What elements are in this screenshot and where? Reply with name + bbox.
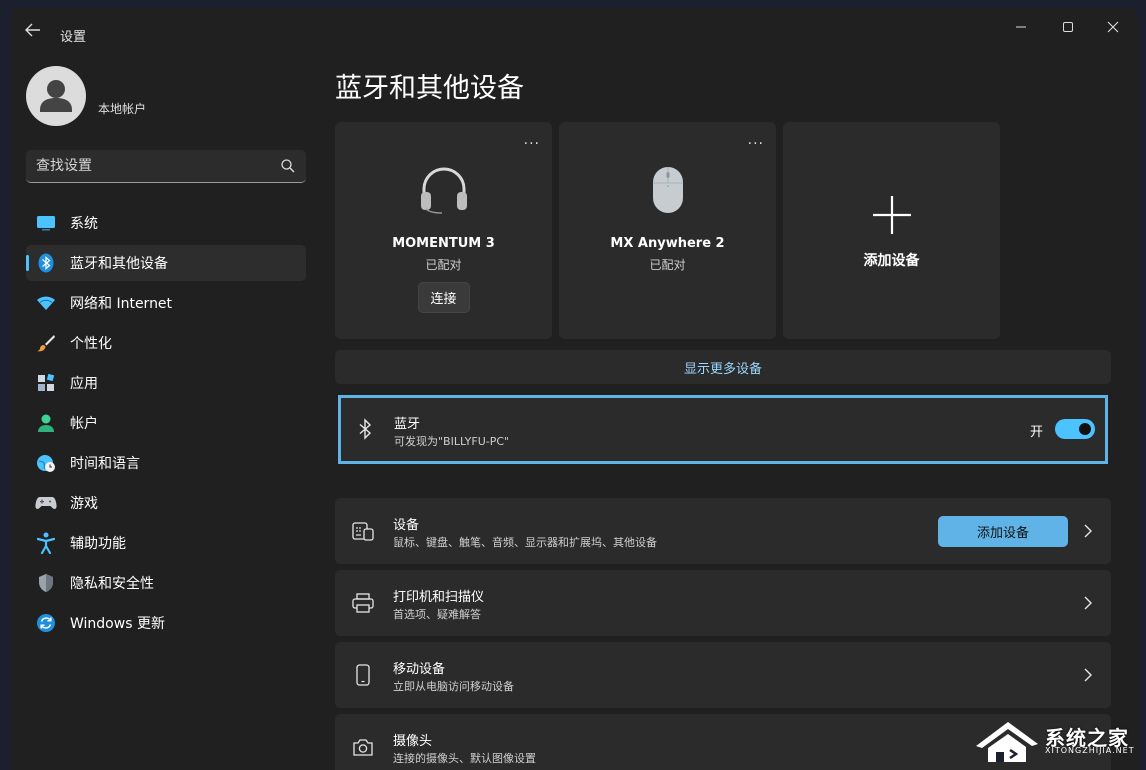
sidebar-item-label: 游戏 xyxy=(70,496,98,512)
sidebar-item-label: 应用 xyxy=(70,376,98,392)
sidebar-item-network[interactable]: 网络和 Internet xyxy=(26,285,306,321)
mouse-icon xyxy=(640,162,696,218)
search-icon[interactable] xyxy=(280,158,296,174)
device-status: 已配对 xyxy=(649,258,686,272)
close-button[interactable] xyxy=(1102,18,1124,36)
more-options-button[interactable]: ... xyxy=(748,132,764,148)
row-subtitle: 立即从电脑访问移动设备 xyxy=(393,680,514,693)
avatar[interactable] xyxy=(26,66,86,126)
device-name: MX Anywhere 2 xyxy=(610,236,725,251)
row-title: 打印机和扫描仪 xyxy=(393,590,485,605)
bluetooth-icon xyxy=(35,252,57,274)
paintbrush-icon xyxy=(35,332,57,354)
row-title: 移动设备 xyxy=(393,662,446,677)
minimize-button[interactable] xyxy=(1010,18,1032,36)
add-device-card[interactable]: 添加设备 xyxy=(783,122,1000,339)
sidebar-item-label: Windows 更新 xyxy=(70,616,165,632)
add-device-label: 添加设备 xyxy=(863,253,920,269)
device-name: MOMENTUM 3 xyxy=(392,236,495,251)
headphones-icon xyxy=(416,162,472,218)
back-arrow-icon[interactable] xyxy=(24,22,42,38)
sidebar-item-label: 网络和 Internet xyxy=(70,296,173,312)
maximize-icon xyxy=(1063,22,1073,32)
bluetooth-icon xyxy=(359,418,372,440)
maximize-button[interactable] xyxy=(1057,18,1079,36)
more-options-button[interactable]: ... xyxy=(524,132,540,148)
sidebar-item-label: 个性化 xyxy=(70,336,112,352)
phone-icon xyxy=(356,664,370,686)
row-title: 摄像头 xyxy=(393,734,433,749)
shield-icon xyxy=(35,572,57,594)
monitor-icon xyxy=(35,212,57,234)
sidebar-item-windows-update[interactable]: Windows 更新 xyxy=(26,605,306,641)
sidebar-item-apps[interactable]: 应用 xyxy=(26,365,306,401)
sidebar-item-personalization[interactable]: 个性化 xyxy=(26,325,306,361)
bluetooth-title: 蓝牙 xyxy=(394,417,421,432)
sidebar-item-bluetooth[interactable]: 蓝牙和其他设备 xyxy=(26,245,306,281)
sidebar-item-label: 帐户 xyxy=(70,416,98,432)
settings-window: 设置 本地帐户 系统 蓝牙和其他设备 网络和 Internet 个性化 xyxy=(10,8,1138,770)
chevron-right-icon[interactable] xyxy=(1083,596,1093,610)
plus-icon xyxy=(872,196,911,234)
device-card-mx-anywhere[interactable]: ... MX Anywhere 2 已配对 xyxy=(559,122,776,339)
gamepad-icon xyxy=(35,492,57,514)
sidebar-item-accounts[interactable]: 帐户 xyxy=(26,405,306,441)
globe-clock-icon xyxy=(35,452,57,474)
devices-row[interactable]: 设备 鼠标、键盘、触笔、音频、显示器和扩展坞、其他设备 添加设备 xyxy=(335,498,1111,564)
camera-icon xyxy=(353,739,373,756)
sidebar-item-label: 蓝牙和其他设备 xyxy=(70,256,168,272)
sidebar-item-time-language[interactable]: 时间和语言 xyxy=(26,445,306,481)
keyboard-device-icon xyxy=(352,522,374,541)
mobile-devices-row[interactable]: 移动设备 立即从电脑访问移动设备 xyxy=(335,642,1111,708)
apps-icon xyxy=(35,372,57,394)
chevron-right-icon[interactable] xyxy=(1083,524,1093,538)
minimize-icon xyxy=(1016,26,1026,28)
search-input[interactable] xyxy=(36,150,266,182)
bluetooth-state-label: 开 xyxy=(1029,425,1043,440)
show-more-devices-button[interactable]: 显示更多设备 xyxy=(335,350,1111,384)
bluetooth-toggle[interactable] xyxy=(1055,419,1095,439)
sidebar-item-label: 时间和语言 xyxy=(70,456,140,472)
chevron-right-icon[interactable] xyxy=(1083,668,1093,682)
add-device-button[interactable]: 添加设备 xyxy=(938,516,1068,547)
house-logo-icon xyxy=(976,722,1038,762)
title-bar: 设置 xyxy=(10,8,1138,52)
sidebar-item-label: 系统 xyxy=(70,216,98,232)
watermark-subtext: XITONGZHIJIA.NET xyxy=(1045,746,1135,755)
row-subtitle: 鼠标、键盘、触笔、音频、显示器和扩展坞、其他设备 xyxy=(393,536,657,549)
toggle-knob xyxy=(1079,423,1091,435)
device-card-momentum[interactable]: ... MOMENTUM 3 已配对 连接 xyxy=(335,122,552,339)
sidebar-item-gaming[interactable]: 游戏 xyxy=(26,485,306,521)
bluetooth-subtitle: 可发现为"BILLYFU-PC" xyxy=(394,435,510,448)
sidebar-item-system[interactable]: 系统 xyxy=(26,205,306,241)
close-icon xyxy=(1107,21,1119,33)
sidebar-item-label: 辅助功能 xyxy=(70,536,126,552)
sidebar-item-accessibility[interactable]: 辅助功能 xyxy=(26,525,306,561)
row-subtitle: 连接的摄像头、默认图像设置 xyxy=(393,752,536,765)
bluetooth-setting-row: 蓝牙 可发现为"BILLYFU-PC" 开 xyxy=(338,395,1108,464)
user-avatar-icon xyxy=(40,80,72,112)
row-subtitle: 首选项、疑难解答 xyxy=(393,608,481,621)
sidebar-item-label: 隐私和安全性 xyxy=(70,576,154,592)
watermark-logo: 系统之家 XITONGZHIJIA.NET xyxy=(972,716,1142,768)
device-status: 已配对 xyxy=(425,258,462,272)
window-title: 设置 xyxy=(60,30,87,45)
printers-row[interactable]: 打印机和扫描仪 首选项、疑难解答 xyxy=(335,570,1111,636)
accessibility-icon xyxy=(35,532,57,554)
sidebar-nav: 系统 蓝牙和其他设备 网络和 Internet 个性化 应用 帐户 时间和语言 xyxy=(26,205,306,645)
wifi-icon xyxy=(35,292,57,314)
page-title: 蓝牙和其他设备 xyxy=(335,73,524,104)
update-icon xyxy=(35,612,57,634)
row-title: 设备 xyxy=(393,518,420,533)
search-box xyxy=(26,150,306,183)
account-type: 本地帐户 xyxy=(98,102,147,116)
printer-icon xyxy=(352,593,374,613)
sidebar-item-privacy[interactable]: 隐私和安全性 xyxy=(26,565,306,601)
connect-button[interactable]: 连接 xyxy=(417,282,470,313)
person-icon xyxy=(35,412,57,434)
